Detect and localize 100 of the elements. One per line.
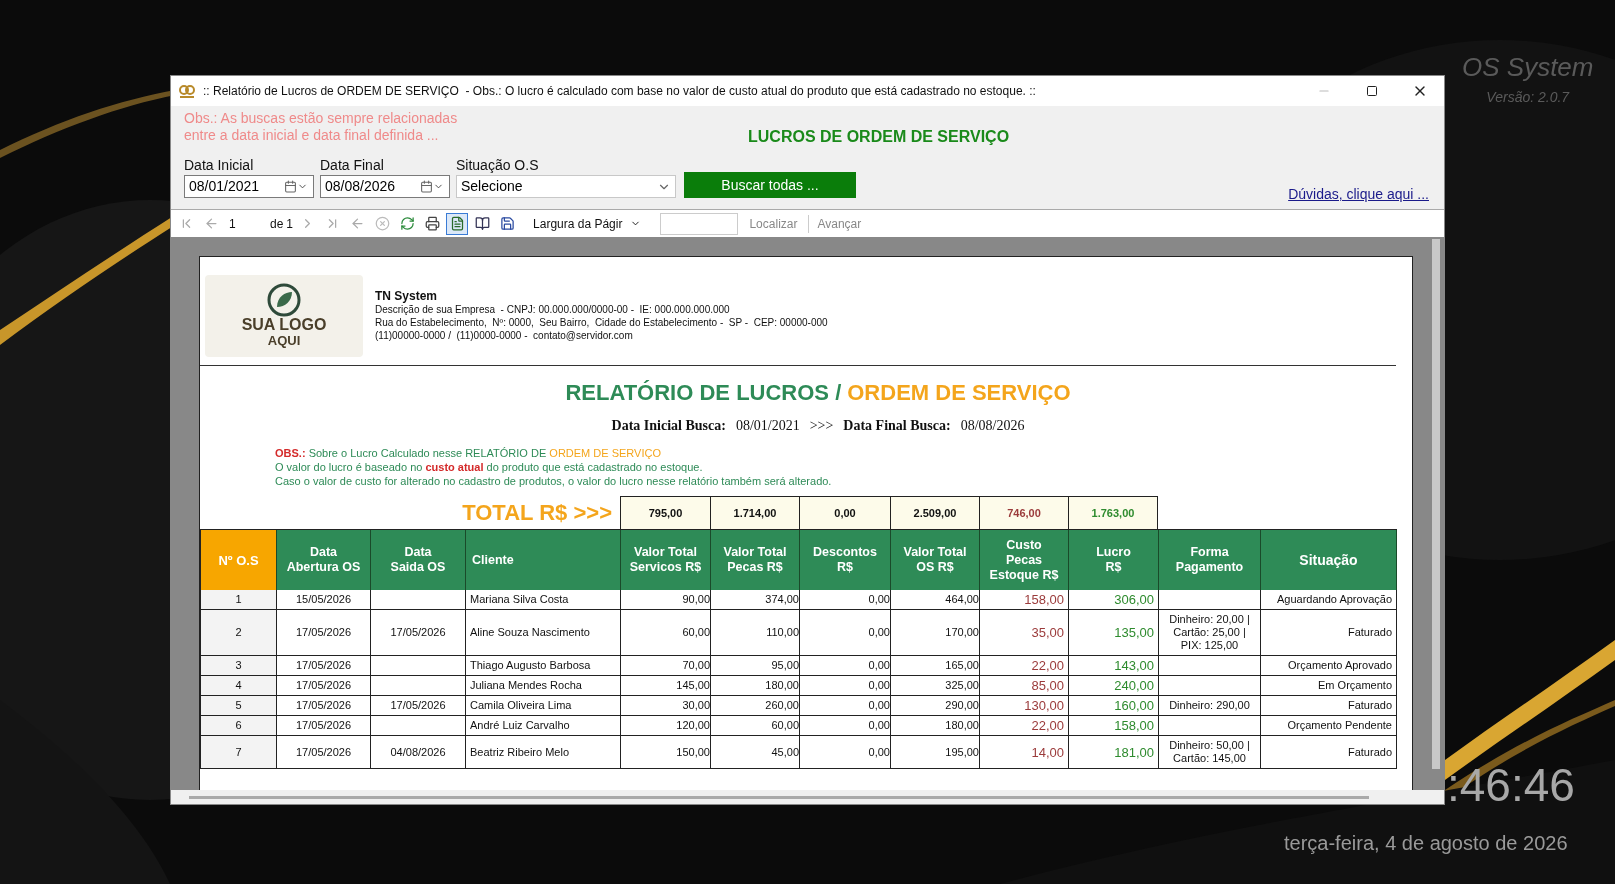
table-cell: 0,00 [800,696,891,716]
table-cell: 95,00 [711,656,800,676]
find-field[interactable] [660,212,739,235]
start-date-label: Data Inicial Busca: [611,417,726,435]
table-cell: Mariana Silva Costa [466,590,621,610]
horizontal-scrollbar[interactable] [189,795,1369,799]
column-header: Situação [1261,530,1397,590]
search-note: entre a data inicial e data final definida ... [184,127,439,144]
obs-note: OBS.: Sobre o Lucro Calculado nesse RELATÓRIO DE ORDEM DE SERVIÇO [275,446,662,460]
date-field[interactable]: 08/01/2021 [184,175,314,198]
calendar-icon [420,180,433,193]
status-select[interactable]: Selecione [456,175,676,198]
table-cell: 306,00 [1069,590,1159,610]
table-cell: 17/05/2026 [371,696,466,716]
table-cell: Dinheiro: 20,00 | Cartão: 25,00 | PIX: 125,00 [1159,610,1261,656]
column-header: Valor Total Servicos R$ [621,530,711,590]
date-field[interactable]: 08/08/2026 [320,175,450,198]
table-cell: 143,00 [1069,656,1159,676]
table-cell: 135,00 [1069,610,1159,656]
total-cell: 1.763,00 [1068,496,1158,529]
table-cell: Orçamento Pendente [1261,716,1397,736]
table-cell: 22,00 [980,716,1069,736]
table-cell: 1 [201,590,277,610]
version-text: Versão: 2.0.7 [1486,88,1570,107]
table-cell: 260,00 [711,696,800,716]
table-cell: 180,00 [711,676,800,696]
table-cell: 150,00 [621,736,711,769]
vertical-scrollbar[interactable] [1432,239,1440,769]
table-cell: 30,00 [621,696,711,716]
column-header: Data Saida OS [371,530,466,590]
table-cell: 17/05/2026 [277,656,371,676]
table-cell: 160,00 [1069,696,1159,716]
column-header: Custo Pecas Estoque R$ [980,530,1069,590]
field-label: Data Inicial [184,156,255,175]
start-date: 08/01/2021 [735,417,800,435]
table-cell: 2 [201,610,277,656]
page-number-field[interactable]: 1 [225,214,261,233]
help-link[interactable]: Dúvidas, clique aqui ... [1288,184,1429,205]
table-cell: 110,00 [711,610,800,656]
refresh-icon [399,216,415,231]
search-note: Obs.: As buscas estão sempre relacionadas [184,110,458,127]
table-cell: Beatriz Ribeiro Melo [466,736,621,769]
find-link[interactable]: Localizar [749,214,798,233]
obs-note: Caso o valor de custo for alterado no cadastro de produtos, o valor do lucro nesse relatório também será alterado. [275,474,833,488]
window-title: :: Relatório de Lucros de ORDEM DE SERVIÇO - Obs.: O lucro é calculado com base no valor de custo atual do produto que está cadastrado no estoque. :: [203,83,1036,100]
total-cell: 795,00 [620,496,710,529]
table-cell: Dinheiro: 50,00 | Cartão: 145,00 [1159,736,1261,769]
table-cell: 3 [201,656,277,676]
table-cell: 130,00 [980,696,1069,716]
company-name: TN System [375,290,439,303]
table-cell: 35,00 [980,610,1069,656]
table-cell: 240,00 [1069,676,1159,696]
table-cell: Faturado [1261,736,1397,769]
print-layout-button[interactable] [446,212,469,235]
table-cell: 170,00 [891,610,980,656]
table-cell: 45,00 [711,736,800,769]
column-header: Descontos R$ [800,530,891,590]
table-cell: Thiago Augusto Barbosa [466,656,621,676]
print-layout-icon [449,216,465,231]
table-cell: 14,00 [980,736,1069,769]
next-link[interactable]: Avançar [808,214,862,233]
table-cell: 0,00 [800,736,891,769]
field-label: Situação O.S [456,156,540,175]
table-cell: 22,00 [980,656,1069,676]
leaf-emblem-icon [267,283,301,317]
search-button[interactable]: Buscar todas ... [684,172,856,198]
total-cell: 746,00 [979,496,1068,529]
table-cell: 17/05/2026 [277,610,371,656]
table-cell: 158,00 [1069,716,1159,736]
table-cell: 17/05/2026 [371,610,466,656]
previous-page-icon [203,216,219,231]
table-cell: 180,00 [891,716,980,736]
table-cell: 17/05/2026 [277,716,371,736]
table-cell: 85,00 [980,676,1069,696]
table-cell: 4 [201,676,277,696]
total-cell: 0,00 [799,496,890,529]
table-cell: André Luiz Carvalho [466,716,621,736]
total-cell: 1.714,00 [710,496,799,529]
calendar-icon [284,180,297,193]
table-cell: Dinheiro: 290,00 [1159,696,1261,716]
table-cell: 0,00 [800,610,891,656]
zoom-dropdown[interactable]: Largura da Págir [533,214,642,233]
company-info: Descrição de sua Empresa - CNPJ: 00.000.000/0000-00 - IE: 000.000.000.000 [375,303,731,316]
column-header: Forma Pagamento [1159,530,1261,590]
export-icon [499,216,515,231]
company-info: Rua do Estabelecimento, Nº: 0000, Seu Bairro, Cidade do Estabelecimento - SP - CEP: 00000-000 [375,316,828,329]
table-cell: 04/08/2026 [371,736,466,769]
app-icon [179,84,195,98]
logo-text: SUA LOGO [241,317,327,333]
table-cell: 5 [201,696,277,716]
back-icon [349,216,365,231]
report-title-highlight: ORDEM DE SERVIÇO [847,379,1071,407]
date-text: terça-feira, 4 de agosto de 2026 [1284,831,1568,856]
table-cell: 120,00 [621,716,711,736]
table-cell: 464,00 [891,590,980,610]
table-cell: 0,00 [800,590,891,610]
table-cell: 325,00 [891,676,980,696]
table-cell: 6 [201,716,277,736]
table-cell: 0,00 [800,716,891,736]
table-cell: 70,00 [621,656,711,676]
